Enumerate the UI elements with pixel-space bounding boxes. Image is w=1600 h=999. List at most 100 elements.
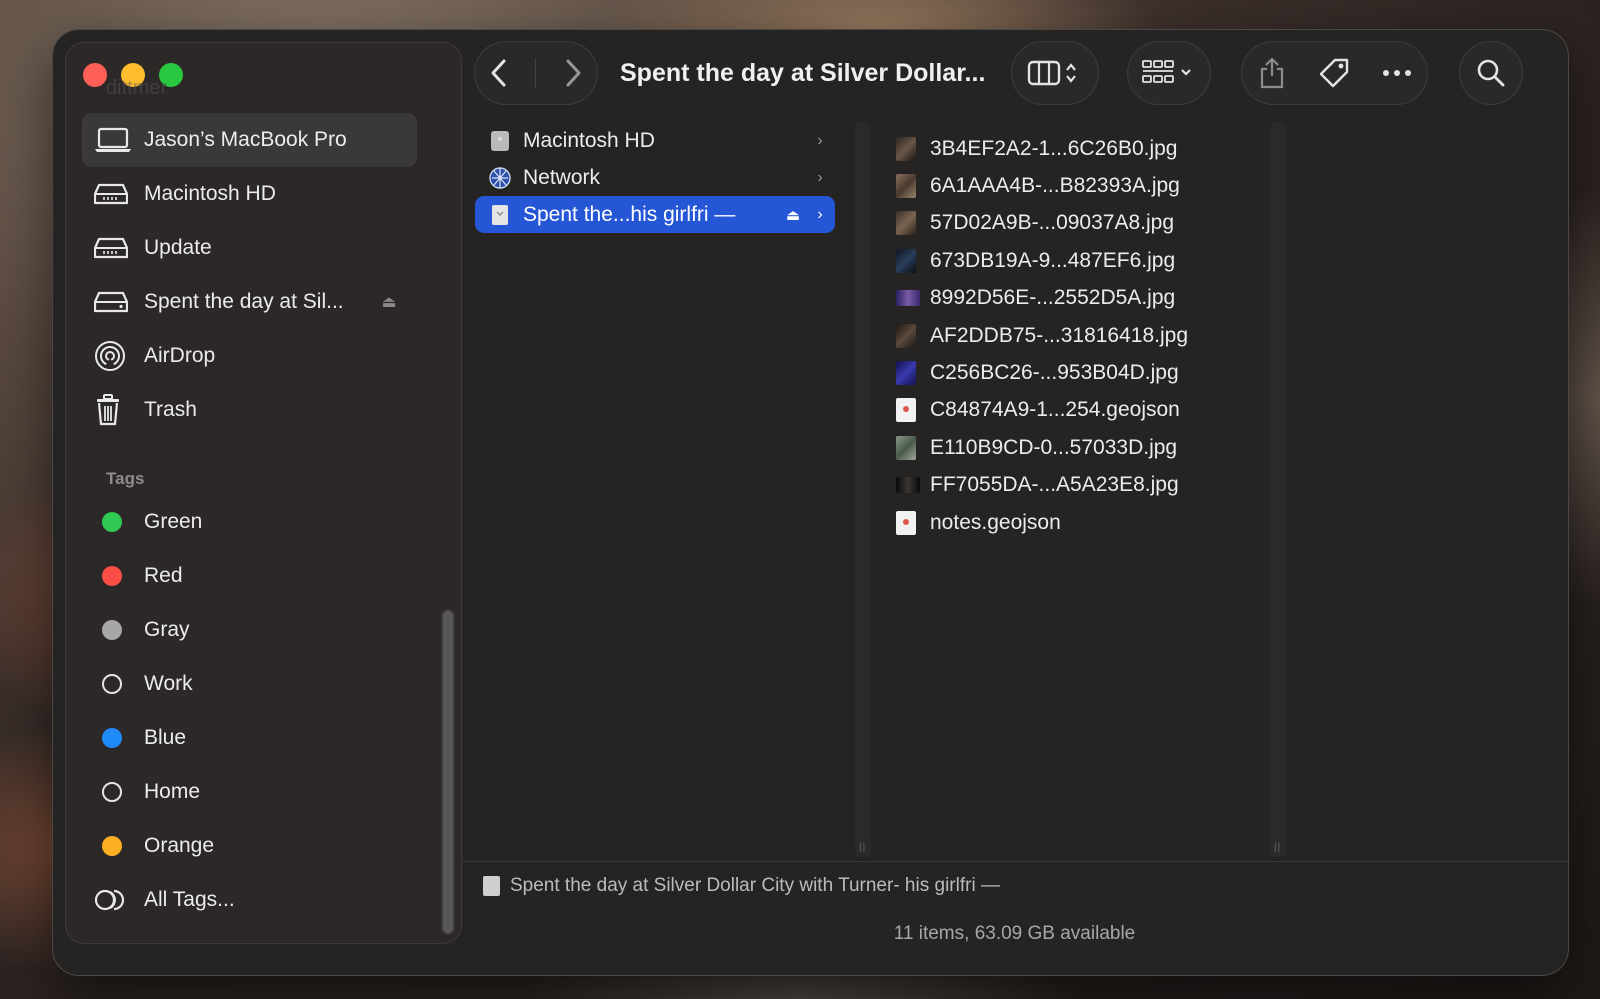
image-thumbnail-icon — [896, 136, 916, 161]
file-name: C256BC26-...953B04D.jpg — [930, 361, 1179, 385]
search-button[interactable] — [1460, 42, 1522, 104]
sidebar-item-airdrop[interactable]: AirDrop — [82, 329, 417, 383]
image-thumbnail-icon — [896, 435, 916, 460]
column-resize-handle[interactable]: || — [1270, 122, 1286, 857]
file-name: 8992D56E-...2552D5A.jpg — [930, 286, 1176, 310]
column-item-label: Network — [523, 165, 601, 189]
path-bar: Spent the day at Silver Dollar City with… — [461, 861, 1568, 909]
file-name: C84874A9-1...254.geojson — [930, 398, 1180, 422]
file-item[interactable]: AF2DDB75-...31816418.jpg — [896, 317, 1256, 354]
sidebar-all-tags[interactable]: All Tags... — [82, 873, 417, 927]
file-item[interactable]: FF7055DA-...A5A23E8.jpg — [896, 467, 1256, 504]
file-item[interactable]: notes.geojson — [896, 504, 1256, 541]
file-name: notes.geojson — [930, 510, 1061, 534]
sidebar-item-macintosh-hd[interactable]: Macintosh HD — [82, 167, 417, 221]
column-item-macintosh-hd[interactable]: Macintosh HD › — [475, 122, 835, 159]
sidebar-item-update[interactable]: Update — [82, 221, 417, 275]
file-name: 673DB19A-9...487EF6.jpg — [930, 248, 1176, 272]
sidebar-tag-work[interactable]: Work — [82, 657, 417, 711]
sidebar-tag-gray[interactable]: Gray — [82, 603, 417, 657]
file-item[interactable]: 57D02A9B-...09037A8.jpg — [896, 205, 1256, 242]
file-item[interactable]: C256BC26-...953B04D.jpg — [896, 354, 1256, 391]
back-chevron-icon — [491, 59, 506, 87]
sidebar-tag-blue[interactable]: Blue — [82, 711, 417, 765]
sidebar-item-label: Jason’s MacBook Pro — [144, 128, 347, 151]
sidebar-tag-orange[interactable]: Orange — [82, 819, 417, 873]
column-browser-1: Macintosh HD › Network › Spent the...his… — [475, 122, 835, 233]
path-item[interactable]: Spent the day at Silver Dollar City with… — [510, 875, 1000, 897]
actions-group — [1242, 42, 1427, 104]
sidebar-scrollbar-thumb[interactable] — [443, 611, 453, 933]
file-item[interactable]: 3B4EF2A2-1...6C26B0.jpg — [896, 130, 1256, 167]
eject-icon[interactable]: ⏏ — [781, 206, 805, 224]
sidebar-item-label: Green — [144, 510, 203, 533]
image-thumbnail-icon — [896, 290, 920, 307]
tag-icon — [1319, 58, 1348, 88]
forward-chevron-icon — [566, 59, 581, 87]
trash-icon — [94, 394, 134, 426]
file-item[interactable]: C84874A9-1...254.geojson — [896, 392, 1256, 429]
file-item[interactable]: 673DB19A-9...487EF6.jpg — [896, 242, 1256, 279]
navigation-buttons — [475, 42, 597, 104]
eject-icon[interactable]: ⏏ — [377, 292, 401, 312]
column-item-disk-image[interactable]: Spent the...his girlfri — ⏏ › — [475, 196, 835, 233]
chevron-right-icon: › — [817, 205, 823, 223]
file-name: AF2DDB75-...31816418.jpg — [930, 323, 1188, 347]
sidebar-item-label: Orange — [144, 834, 215, 857]
tag-button[interactable] — [1317, 56, 1351, 90]
file-item[interactable]: 8992D56E-...2552D5A.jpg — [896, 280, 1256, 317]
share-button[interactable] — [1258, 56, 1286, 90]
sidebar-scrolled-item: dittmer — [106, 77, 168, 99]
column-resize-handle[interactable]: || — [855, 122, 871, 857]
drive-icon — [94, 290, 134, 314]
file-item[interactable]: E110B9CD-0...57033D.jpg — [896, 429, 1256, 466]
sidebar: dittmer Jason’s MacBook Pro Macintosh HD… — [66, 43, 461, 943]
status-text: 11 items, 63.09 GB available — [893, 923, 1136, 944]
file-name: E110B9CD-0...57033D.jpg — [930, 435, 1178, 459]
sidebar-item-trash[interactable]: Trash — [82, 383, 417, 437]
group-button[interactable] — [1128, 42, 1210, 104]
columns-view-icon — [1027, 60, 1076, 86]
sidebar-tag-green[interactable]: Green — [82, 495, 417, 549]
sidebar-item-disk-image[interactable]: Spent the day at Sil... ⏏ — [82, 275, 417, 329]
close-button[interactable] — [83, 63, 107, 87]
sidebar-item-label: Macintosh HD — [144, 182, 276, 205]
more-icon — [1382, 70, 1411, 76]
column-item-label: Macintosh HD — [523, 128, 655, 152]
file-name: 6A1AAA4B-...B82393A.jpg — [930, 174, 1180, 198]
sidebar-tag-home[interactable]: Home — [82, 765, 417, 819]
image-thumbnail-icon — [896, 248, 916, 273]
sidebar-item-label: Home — [144, 780, 201, 803]
sidebar-item-label: Work — [144, 672, 193, 695]
sidebar-item-macbook[interactable]: Jason’s MacBook Pro — [82, 113, 417, 167]
chevron-right-icon: › — [817, 168, 823, 186]
sidebar-tag-red[interactable]: Red — [82, 549, 417, 603]
all-tags-icon — [94, 888, 134, 912]
sidebar-item-label: Spent the day at Sil... — [144, 290, 344, 313]
file-name: FF7055DA-...A5A23E8.jpg — [930, 473, 1179, 497]
status-bar: 11 items, 63.09 GB available — [461, 910, 1568, 958]
file-item[interactable]: 6A1AAA4B-...B82393A.jpg — [896, 167, 1256, 204]
chevron-right-icon: › — [817, 131, 823, 149]
forward-button[interactable] — [562, 58, 584, 88]
image-thumbnail-icon — [896, 211, 916, 236]
disk-image-icon — [489, 204, 511, 226]
sidebar-item-label: All Tags... — [144, 888, 235, 911]
column-item-label: Spent the...his girlfri — — [523, 202, 736, 226]
view-mode-button[interactable] — [1012, 42, 1098, 104]
geojson-file-icon — [896, 398, 916, 423]
more-button[interactable] — [1382, 69, 1412, 77]
search-icon — [1477, 59, 1505, 87]
back-button[interactable] — [488, 58, 510, 88]
gray-tag-icon — [102, 620, 122, 640]
work-tag-icon — [102, 674, 122, 694]
laptop-icon — [94, 127, 134, 153]
drive-icon — [94, 236, 134, 260]
file-name: 3B4EF2A2-1...6C26B0.jpg — [930, 136, 1178, 160]
sidebar-item-label: AirDrop — [144, 344, 216, 367]
drive-icon — [94, 182, 134, 206]
airdrop-icon — [94, 340, 134, 372]
column-item-network[interactable]: Network › — [475, 159, 835, 196]
finder-window: dittmer Jason’s MacBook Pro Macintosh HD… — [53, 30, 1568, 975]
geojson-file-icon — [896, 510, 916, 535]
